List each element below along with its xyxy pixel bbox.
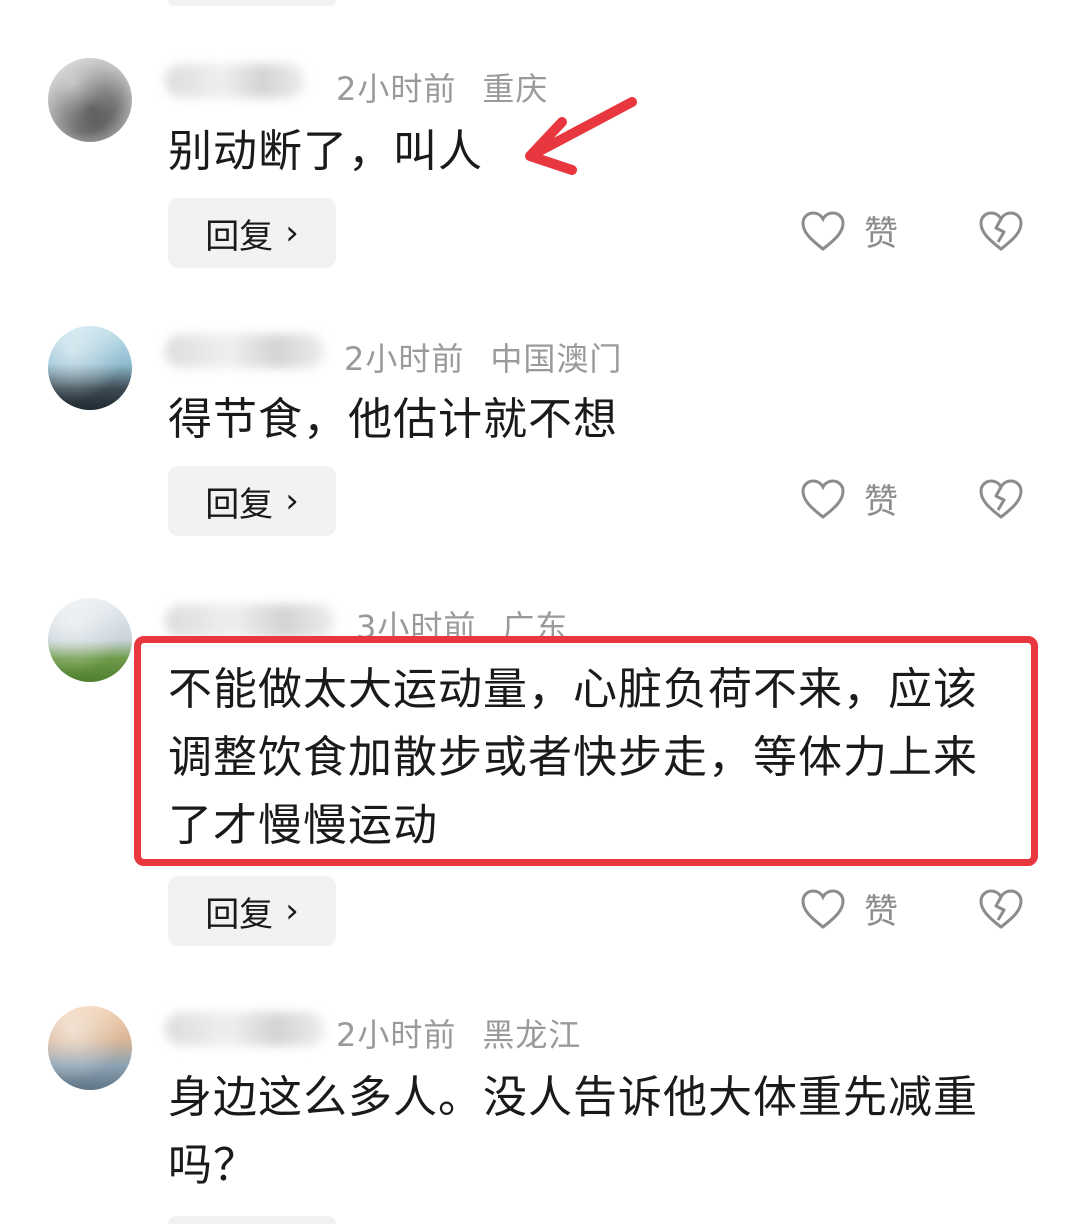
heart-outline-icon bbox=[801, 478, 845, 519]
username-blurred[interactable] bbox=[165, 1012, 325, 1046]
broken-heart-icon[interactable] bbox=[978, 210, 1024, 252]
like-button[interactable]: 赞 bbox=[800, 474, 898, 523]
reply-label: 回复 bbox=[205, 216, 274, 257]
username-blurred[interactable] bbox=[165, 64, 305, 98]
reply-button[interactable]: 回复 › bbox=[168, 198, 336, 268]
reply-label: 回复 bbox=[205, 894, 274, 935]
like-button[interactable]: 赞 bbox=[800, 206, 898, 255]
comment-text-line: 调整饮食加散步或者快步走，等体力上来 bbox=[168, 732, 978, 783]
broken-heart-icon[interactable] bbox=[978, 888, 1024, 930]
annotation-arrow-icon bbox=[525, 97, 637, 175]
comment-text-line: 不能做太大运动量，心脏负荷不来，应该 bbox=[168, 664, 978, 715]
heart-outline-icon bbox=[801, 888, 845, 929]
heart-outline-icon bbox=[801, 210, 845, 251]
avatar[interactable] bbox=[48, 326, 132, 410]
comment-text-line: 了才慢慢运动 bbox=[168, 800, 438, 851]
comment-text: 身边这么多人。没人告诉他大体重先减重 吗？ bbox=[168, 1064, 978, 1200]
like-label: 赞 bbox=[864, 214, 898, 254]
username-blurred[interactable] bbox=[165, 334, 325, 368]
comment-meta: 2小时前 黑龙江 bbox=[336, 1010, 581, 1056]
comment-text-line: 身边这么多人。没人告诉他大体重先减重 bbox=[168, 1072, 978, 1123]
like-label: 赞 bbox=[864, 892, 898, 932]
comment-location: 中国澳门 bbox=[490, 340, 623, 378]
comment-text-line: 吗？ bbox=[168, 1140, 258, 1191]
avatar[interactable] bbox=[48, 58, 132, 142]
comment-text: 不能做太大运动量，心脏负荷不来，应该 调整饮食加散步或者快步走，等体力上来 了才… bbox=[168, 656, 978, 860]
comment-meta: 2小时前 中国澳门 bbox=[344, 334, 622, 380]
like-label: 赞 bbox=[864, 482, 898, 522]
comment-text-line: 得节食，他估计就不想 bbox=[168, 394, 618, 445]
comment-time: 2小时前 bbox=[344, 340, 465, 378]
username-blurred[interactable] bbox=[165, 604, 335, 638]
comment-location: 黑龙江 bbox=[482, 1016, 582, 1054]
chevron-right-icon: › bbox=[285, 213, 299, 253]
comment-text: 别动断了，叫人 bbox=[168, 118, 483, 186]
previous-reply-button-edge bbox=[168, 0, 336, 6]
chevron-right-icon: › bbox=[285, 481, 299, 521]
comment-time: 2小时前 bbox=[336, 1016, 457, 1054]
comment-time: 2小时前 bbox=[336, 70, 457, 108]
reply-button[interactable]: 回复 › bbox=[168, 876, 336, 946]
next-reply-button-edge bbox=[168, 1216, 336, 1224]
reply-button[interactable]: 回复 › bbox=[168, 466, 336, 536]
avatar[interactable] bbox=[48, 598, 132, 682]
like-button[interactable]: 赞 bbox=[800, 884, 898, 933]
comment-text: 得节食，他估计就不想 bbox=[168, 386, 618, 454]
comment-text-line: 别动断了，叫人 bbox=[168, 126, 483, 177]
broken-heart-icon[interactable] bbox=[978, 478, 1024, 520]
chevron-right-icon: › bbox=[285, 891, 299, 931]
avatar[interactable] bbox=[48, 1006, 132, 1090]
reply-label: 回复 bbox=[205, 484, 274, 525]
